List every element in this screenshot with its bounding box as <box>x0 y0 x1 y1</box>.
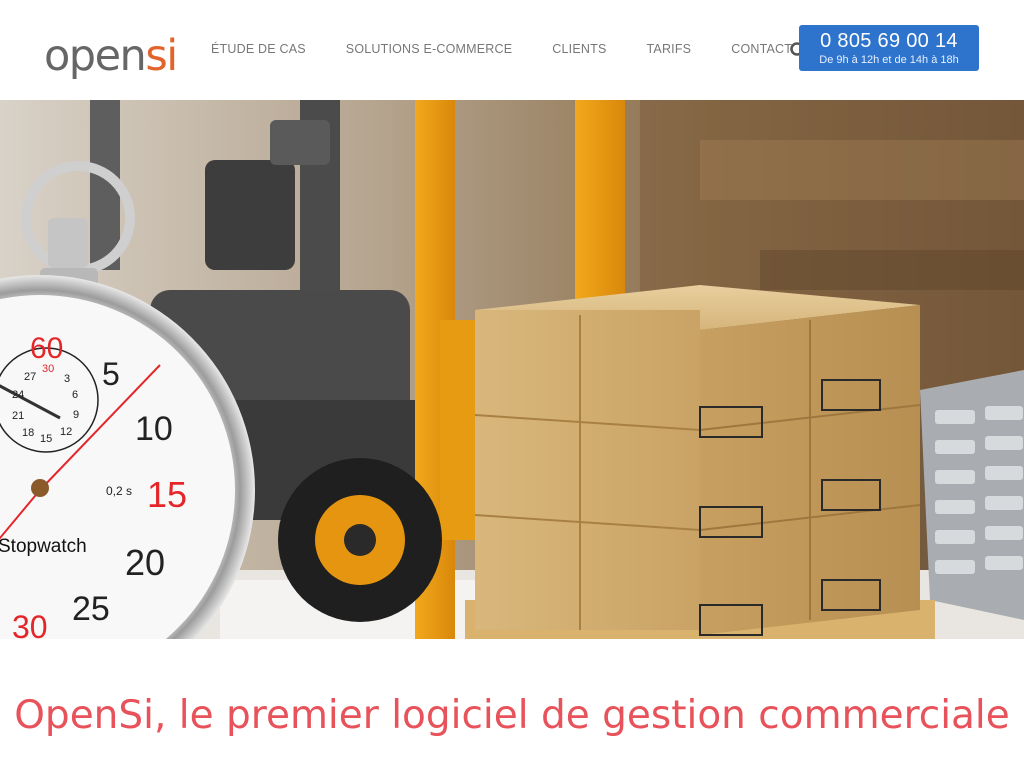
boxes-pallet-image <box>465 285 935 639</box>
subdial-number-21: 21 <box>12 410 24 422</box>
subdial-number-15: 15 <box>40 433 52 445</box>
subdial-number-3: 3 <box>64 373 70 385</box>
phone-hours: De 9h à 12h et de 14h à 18h <box>819 54 959 66</box>
nav-item-clients[interactable]: CLIENTS <box>552 42 606 56</box>
nav-item-tarifs[interactable]: TARIFS <box>647 42 692 56</box>
subdial-number-18: 18 <box>22 427 34 439</box>
main-nav: ÉTUDE DE CAS SOLUTIONS E-COMMERCE CLIENT… <box>211 42 792 56</box>
nav-item-contact[interactable]: CONTACT <box>731 42 792 56</box>
calculator-image <box>920 370 1024 620</box>
dial-number-25: 25 <box>72 590 110 628</box>
phone-number: 0 805 69 00 14 <box>820 30 958 52</box>
dial-number-60: 60 <box>30 332 63 365</box>
subdial-number-27: 27 <box>24 371 36 383</box>
dial-number-30: 30 <box>12 609 48 639</box>
subdial-number-6: 6 <box>72 389 78 401</box>
dial-number-5: 5 <box>102 356 120 392</box>
page-headline: OpenSi, le premier logiciel de gestion c… <box>14 693 1010 738</box>
dial-unit: 0,2 s <box>106 484 132 498</box>
opensi-logo[interactable]: open si <box>44 22 178 81</box>
hero-banner: 60 5 10 15 20 25 30 30 27 3 6 9 12 15 18… <box>0 100 1024 639</box>
nav-item-etude-de-cas[interactable]: ÉTUDE DE CAS <box>211 42 306 56</box>
phone-button[interactable]: 0 805 69 00 14 De 9h à 12h et de 14h à 1… <box>799 25 979 71</box>
subdial-number-12: 12 <box>60 426 72 438</box>
dial-number-15: 15 <box>147 474 187 515</box>
nav-item-solutions-ecommerce[interactable]: SOLUTIONS E-COMMERCE <box>346 42 513 56</box>
logo-text-open: open <box>44 31 147 81</box>
hero-illustration: 60 5 10 15 20 25 30 30 27 3 6 9 12 15 18… <box>0 100 1024 639</box>
stopwatch-brand: Stopwatch <box>0 536 87 557</box>
dial-number-20: 20 <box>125 542 165 583</box>
subdial-number-9: 9 <box>73 409 79 421</box>
subdial-number-30: 30 <box>42 363 54 375</box>
subdial-number-24: 24 <box>12 389 24 401</box>
site-header: open si ÉTUDE DE CAS SOLUTIONS E-COMMERCE… <box>0 0 1024 100</box>
logo-text-si: si <box>145 31 178 81</box>
dial-number-10: 10 <box>135 410 173 448</box>
